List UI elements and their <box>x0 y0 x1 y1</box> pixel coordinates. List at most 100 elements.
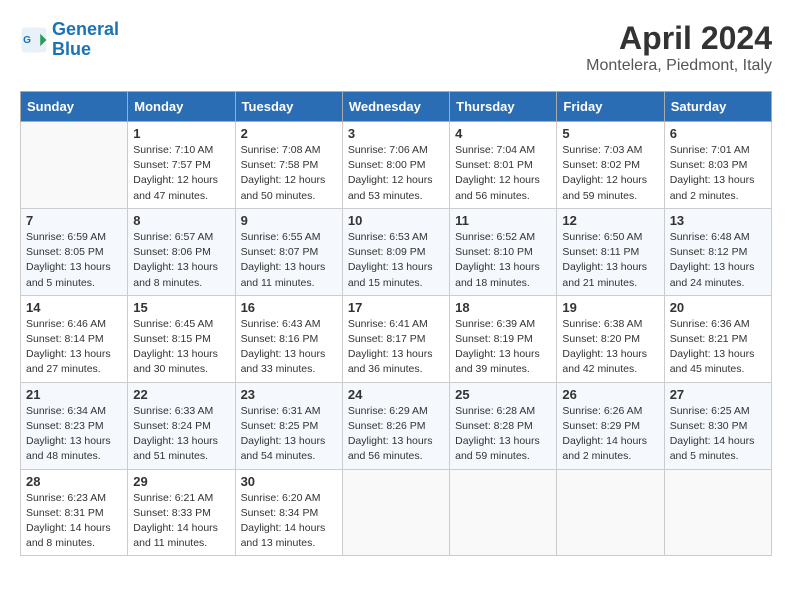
calendar-week-row: 7 Sunrise: 6:59 AM Sunset: 8:05 PM Daylig… <box>21 208 772 295</box>
weekday-header-thursday: Thursday <box>450 92 557 122</box>
day-info: Sunrise: 6:59 AM Sunset: 8:05 PM Dayligh… <box>26 230 122 291</box>
day-number: 1 <box>133 126 229 141</box>
day-number: 13 <box>670 213 766 228</box>
calendar-week-row: 14 Sunrise: 6:46 AM Sunset: 8:14 PM Dayli… <box>21 295 772 382</box>
calendar-cell <box>342 469 449 556</box>
calendar-cell: 15 Sunrise: 6:45 AM Sunset: 8:15 PM Dayli… <box>128 295 235 382</box>
calendar-cell: 5Sunrise: 7:03 AM Sunset: 8:02 PM Daylig… <box>557 122 664 209</box>
day-info: Sunrise: 6:23 AM Sunset: 8:31 PM Dayligh… <box>26 491 122 552</box>
day-number: 12 <box>562 213 658 228</box>
weekday-header-wednesday: Wednesday <box>342 92 449 122</box>
day-info: Sunrise: 7:10 AM Sunset: 7:57 PM Dayligh… <box>133 143 229 204</box>
day-number: 16 <box>241 300 337 315</box>
day-info: Sunrise: 6:25 AM Sunset: 8:30 PM Dayligh… <box>670 404 766 465</box>
day-info: Sunrise: 6:38 AM Sunset: 8:20 PM Dayligh… <box>562 317 658 378</box>
day-number: 29 <box>133 474 229 489</box>
calendar-cell: 9Sunrise: 6:55 AM Sunset: 8:07 PM Daylig… <box>235 208 342 295</box>
day-info: Sunrise: 6:41 AM Sunset: 8:17 PM Dayligh… <box>348 317 444 378</box>
day-info: Sunrise: 6:26 AM Sunset: 8:29 PM Dayligh… <box>562 404 658 465</box>
day-number: 19 <box>562 300 658 315</box>
calendar-table: SundayMondayTuesdayWednesdayThursdayFrid… <box>20 91 772 556</box>
calendar-cell: 20 Sunrise: 6:36 AM Sunset: 8:21 PM Dayli… <box>664 295 771 382</box>
calendar-cell: 1 Sunrise: 7:10 AM Sunset: 7:57 PM Daylig… <box>128 122 235 209</box>
logo: G General Blue <box>20 20 119 60</box>
day-info: Sunrise: 6:36 AM Sunset: 8:21 PM Dayligh… <box>670 317 766 378</box>
day-info: Sunrise: 6:39 AM Sunset: 8:19 PM Dayligh… <box>455 317 551 378</box>
calendar-cell: 11Sunrise: 6:52 AM Sunset: 8:10 PM Dayli… <box>450 208 557 295</box>
day-info: Sunrise: 6:43 AM Sunset: 8:16 PM Dayligh… <box>241 317 337 378</box>
page-header: G General Blue April 2024 Montelera, Pie… <box>20 20 772 75</box>
calendar-cell: 14 Sunrise: 6:46 AM Sunset: 8:14 PM Dayli… <box>21 295 128 382</box>
day-info: Sunrise: 6:50 AM Sunset: 8:11 PM Dayligh… <box>562 230 658 291</box>
day-number: 18 <box>455 300 551 315</box>
calendar-week-row: 21 Sunrise: 6:34 AM Sunset: 8:23 PM Dayli… <box>21 382 772 469</box>
day-number: 8 <box>133 213 229 228</box>
day-number: 14 <box>26 300 122 315</box>
calendar-cell: 29 Sunrise: 6:21 AM Sunset: 8:33 PM Dayli… <box>128 469 235 556</box>
calendar-cell: 21 Sunrise: 6:34 AM Sunset: 8:23 PM Dayli… <box>21 382 128 469</box>
calendar-cell: 10Sunrise: 6:53 AM Sunset: 8:09 PM Dayli… <box>342 208 449 295</box>
calendar-cell: 12 Sunrise: 6:50 AM Sunset: 8:11 PM Dayli… <box>557 208 664 295</box>
calendar-cell: 17 Sunrise: 6:41 AM Sunset: 8:17 PM Dayli… <box>342 295 449 382</box>
day-number: 15 <box>133 300 229 315</box>
calendar-cell: 4Sunrise: 7:04 AM Sunset: 8:01 PM Daylig… <box>450 122 557 209</box>
day-number: 26 <box>562 387 658 402</box>
weekday-header-sunday: Sunday <box>21 92 128 122</box>
day-number: 2 <box>241 126 337 141</box>
day-info: Sunrise: 6:20 AM Sunset: 8:34 PM Dayligh… <box>241 491 337 552</box>
svg-text:G: G <box>23 35 31 46</box>
calendar-cell <box>21 122 128 209</box>
calendar-week-row: 28 Sunrise: 6:23 AM Sunset: 8:31 PM Dayli… <box>21 469 772 556</box>
weekday-header-row: SundayMondayTuesdayWednesdayThursdayFrid… <box>21 92 772 122</box>
calendar-cell: 3Sunrise: 7:06 AM Sunset: 8:00 PM Daylig… <box>342 122 449 209</box>
calendar-cell <box>450 469 557 556</box>
calendar-cell: 25 Sunrise: 6:28 AM Sunset: 8:28 PM Dayli… <box>450 382 557 469</box>
calendar-cell <box>664 469 771 556</box>
month-title: April 2024 <box>586 20 772 57</box>
day-number: 7 <box>26 213 122 228</box>
day-info: Sunrise: 6:45 AM Sunset: 8:15 PM Dayligh… <box>133 317 229 378</box>
calendar-cell: 16 Sunrise: 6:43 AM Sunset: 8:16 PM Dayli… <box>235 295 342 382</box>
day-info: Sunrise: 6:33 AM Sunset: 8:24 PM Dayligh… <box>133 404 229 465</box>
day-number: 6 <box>670 126 766 141</box>
calendar-cell: 2 Sunrise: 7:08 AM Sunset: 7:58 PM Daylig… <box>235 122 342 209</box>
day-info: Sunrise: 6:57 AM Sunset: 8:06 PM Dayligh… <box>133 230 229 291</box>
day-info: Sunrise: 7:08 AM Sunset: 7:58 PM Dayligh… <box>241 143 337 204</box>
day-info: Sunrise: 7:01 AM Sunset: 8:03 PM Dayligh… <box>670 143 766 204</box>
day-number: 22 <box>133 387 229 402</box>
location: Montelera, Piedmont, Italy <box>586 57 772 75</box>
day-number: 24 <box>348 387 444 402</box>
logo-text: General Blue <box>52 20 119 60</box>
day-number: 5 <box>562 126 658 141</box>
day-info: Sunrise: 6:52 AM Sunset: 8:10 PM Dayligh… <box>455 230 551 291</box>
day-info: Sunrise: 6:46 AM Sunset: 8:14 PM Dayligh… <box>26 317 122 378</box>
day-info: Sunrise: 6:34 AM Sunset: 8:23 PM Dayligh… <box>26 404 122 465</box>
day-info: Sunrise: 6:21 AM Sunset: 8:33 PM Dayligh… <box>133 491 229 552</box>
weekday-header-saturday: Saturday <box>664 92 771 122</box>
calendar-cell: 8 Sunrise: 6:57 AM Sunset: 8:06 PM Daylig… <box>128 208 235 295</box>
logo-line1: General <box>52 19 119 39</box>
day-number: 28 <box>26 474 122 489</box>
calendar-cell: 18 Sunrise: 6:39 AM Sunset: 8:19 PM Dayli… <box>450 295 557 382</box>
weekday-header-monday: Monday <box>128 92 235 122</box>
day-number: 23 <box>241 387 337 402</box>
day-number: 10 <box>348 213 444 228</box>
day-number: 17 <box>348 300 444 315</box>
calendar-cell: 19 Sunrise: 6:38 AM Sunset: 8:20 PM Dayli… <box>557 295 664 382</box>
calendar-cell: 6 Sunrise: 7:01 AM Sunset: 8:03 PM Daylig… <box>664 122 771 209</box>
day-info: Sunrise: 6:29 AM Sunset: 8:26 PM Dayligh… <box>348 404 444 465</box>
day-number: 20 <box>670 300 766 315</box>
calendar-cell <box>557 469 664 556</box>
weekday-header-tuesday: Tuesday <box>235 92 342 122</box>
day-number: 3 <box>348 126 444 141</box>
day-number: 27 <box>670 387 766 402</box>
calendar-cell: 24 Sunrise: 6:29 AM Sunset: 8:26 PM Dayli… <box>342 382 449 469</box>
day-number: 21 <box>26 387 122 402</box>
day-number: 30 <box>241 474 337 489</box>
day-info: Sunrise: 6:48 AM Sunset: 8:12 PM Dayligh… <box>670 230 766 291</box>
day-info: Sunrise: 6:28 AM Sunset: 8:28 PM Dayligh… <box>455 404 551 465</box>
logo-line2: Blue <box>52 39 91 59</box>
calendar-week-row: 1 Sunrise: 7:10 AM Sunset: 7:57 PM Daylig… <box>21 122 772 209</box>
calendar-cell: 7 Sunrise: 6:59 AM Sunset: 8:05 PM Daylig… <box>21 208 128 295</box>
day-number: 25 <box>455 387 551 402</box>
